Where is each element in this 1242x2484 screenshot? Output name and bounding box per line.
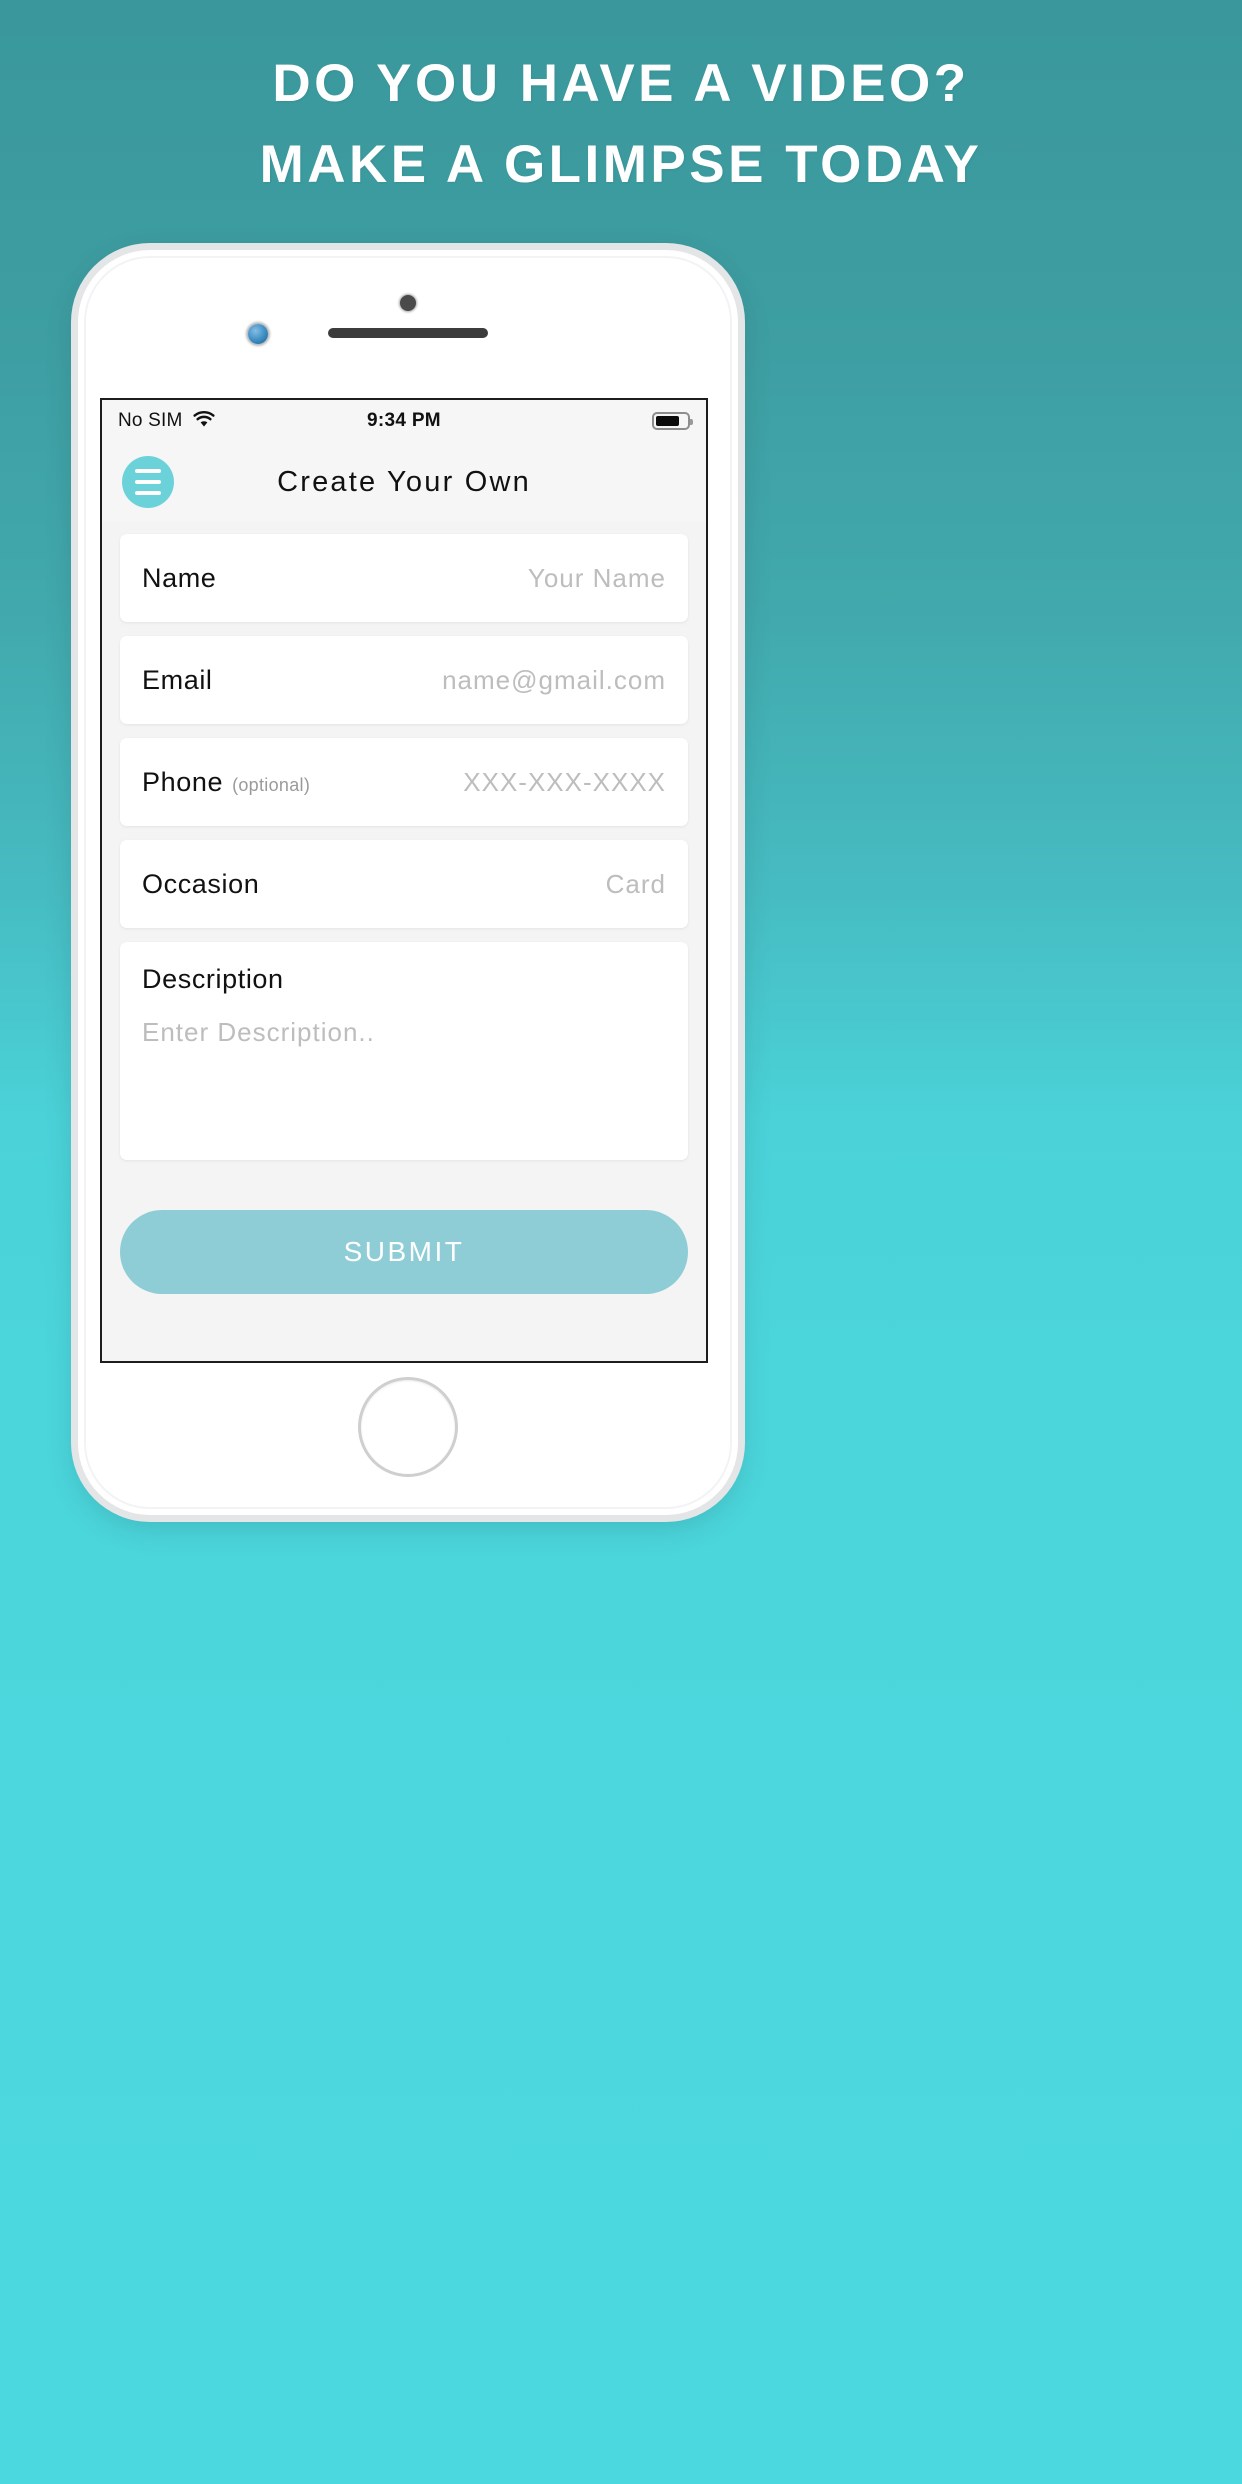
field-description-input[interactable]: Enter Description.. <box>142 1017 666 1048</box>
status-bar-right <box>652 412 693 430</box>
field-name[interactable]: Name Your Name <box>120 534 688 622</box>
field-name-label-text: Name <box>142 562 217 593</box>
field-occasion[interactable]: Occasion Card <box>120 840 688 928</box>
field-phone-label-text: Phone <box>142 766 224 797</box>
field-phone-label: Phone (optional) <box>142 767 310 798</box>
battery-fill <box>656 416 679 426</box>
wifi-icon <box>192 410 216 433</box>
field-occasion-input[interactable]: Card <box>606 869 666 900</box>
earpiece-speaker-icon <box>328 328 488 338</box>
promo-headline: DO YOU HAVE A VIDEO? MAKE A GLIMPSE TODA… <box>0 0 1242 205</box>
submit-button-wrap: SUBMIT <box>120 1174 688 1294</box>
submit-button[interactable]: SUBMIT <box>120 1210 688 1294</box>
carrier-label: No SIM <box>118 410 183 431</box>
field-phone-optional-tag: (optional) <box>232 774 311 795</box>
app-nav-bar: Create Your Own <box>102 442 706 522</box>
field-email[interactable]: Email name@gmail.com <box>120 636 688 724</box>
field-description-label: Description <box>142 964 284 994</box>
field-name-input[interactable]: Your Name <box>528 563 666 594</box>
hamburger-menu-icon[interactable] <box>122 456 174 508</box>
menu-bar-1 <box>135 469 161 473</box>
phone-screen: No SIM 9:34 PM Create Your Own Name Your… <box>100 398 708 1363</box>
front-camera-icon <box>248 324 268 344</box>
field-phone-input[interactable]: XXX-XXX-XXXX <box>463 767 666 798</box>
field-occasion-label: Occasion <box>142 869 259 900</box>
field-email-label-text: Email <box>142 664 213 695</box>
home-button[interactable] <box>358 1377 458 1477</box>
battery-icon <box>652 412 693 430</box>
headline-line-2: MAKE A GLIMPSE TODAY <box>259 134 983 194</box>
page-title: Create Your Own <box>277 465 531 498</box>
create-form: Name Your Name Email name@gmail.com Phon… <box>102 522 706 1361</box>
menu-bar-3 <box>135 491 161 495</box>
headline-line-1: DO YOU HAVE A VIDEO? <box>272 54 970 113</box>
menu-bar-2 <box>135 480 161 484</box>
field-name-label: Name <box>142 563 216 594</box>
field-email-input[interactable]: name@gmail.com <box>442 665 666 696</box>
proximity-sensor-icon <box>400 295 416 311</box>
phone-device-mockup: No SIM 9:34 PM Create Your Own Name Your… <box>78 250 738 1515</box>
field-occasion-label-text: Occasion <box>142 868 260 899</box>
status-bar-left: No SIM <box>118 410 216 433</box>
field-phone[interactable]: Phone (optional) XXX-XXX-XXXX <box>120 738 688 826</box>
field-email-label: Email <box>142 665 213 696</box>
status-bar: No SIM 9:34 PM <box>102 400 706 442</box>
field-description[interactable]: Description Enter Description.. <box>120 942 688 1160</box>
